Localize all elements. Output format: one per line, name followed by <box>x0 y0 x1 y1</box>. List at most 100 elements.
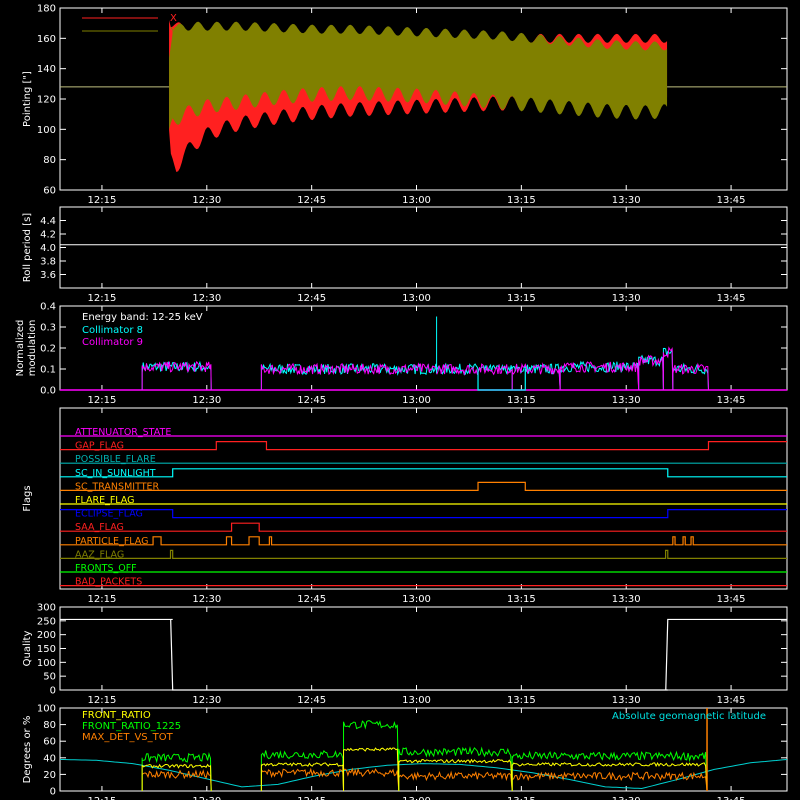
flag-line-saa-flag <box>60 522 787 532</box>
quality-ytick-label: 50 <box>43 672 56 683</box>
flags-xtick-label: 12:45 <box>297 594 326 605</box>
flags-xtick-label: 13:45 <box>717 594 746 605</box>
quality-ylabel-group: Quality <box>22 631 33 667</box>
flags-ylabel: Flags <box>22 485 33 511</box>
modulation-xtick-label: 13:30 <box>612 395 641 406</box>
roll-ylabel: Roll period [s] <box>22 213 33 282</box>
modulation-series-collimator-8 <box>141 347 709 391</box>
pointing-xtick-label: 13:30 <box>612 195 641 206</box>
flags-xtick-label: 13:30 <box>612 594 641 605</box>
pointing-ytick-label: 80 <box>43 155 56 166</box>
flags-xtick-label: 12:30 <box>192 594 221 605</box>
quality-xtick-label: 12:30 <box>192 695 221 706</box>
ratios-xtick-label: 13:00 <box>402 796 431 800</box>
ratios-latitude-label: Absolute geomagnetic latitude <box>612 711 766 722</box>
ratios-ytick-label: 40 <box>43 753 56 764</box>
modulation-xtick-label: 13:15 <box>507 395 536 406</box>
pointing-xtick-label: 12:30 <box>192 195 221 206</box>
pointing-ytick-label: 120 <box>37 95 56 106</box>
flag-label-attenuator-state: ATTENUATOR_STATE <box>75 427 171 438</box>
flag-label-sc-in-sunlight: SC_IN_SUNLIGHT <box>75 468 156 479</box>
modulation-xtick-label: 13:45 <box>717 395 746 406</box>
pointing-legend-x: X <box>170 13 177 24</box>
roll-frame <box>59 206 788 289</box>
flag-line-sc-in-sunlight <box>60 468 787 478</box>
ratios-ytick-label: 0 <box>50 787 56 798</box>
roll-xtick-label: 12:45 <box>297 293 326 304</box>
pointing-xtick-label: 13:15 <box>507 195 536 206</box>
roll-ylabel-group: Roll period [s] <box>22 213 33 282</box>
flag-label-aaz-flag: AAZ_FLAG <box>75 549 124 560</box>
roll-xtick-label: 12:30 <box>192 293 221 304</box>
flag-line-eclipse-flag <box>60 509 787 519</box>
ratios-xtick-label: 12:30 <box>192 796 221 800</box>
modulation-ytick-label: 0.0 <box>40 386 56 397</box>
quality-ytick-label: 300 <box>37 603 56 614</box>
pointing-ytick-label: 60 <box>43 186 56 197</box>
flag-label-sc-transmitter: SC_TRANSMITTER <box>75 481 160 492</box>
modulation-ytick-label: 0.2 <box>40 344 56 355</box>
modulation-ytick-label: 0.1 <box>40 365 56 376</box>
pointing-ytick-label: 160 <box>37 34 56 45</box>
ratios-ytick-label: 80 <box>43 720 56 731</box>
modulation-ytick-label: 0.4 <box>40 302 56 313</box>
quality-xtick-label: 13:15 <box>507 695 536 706</box>
quality-xtick-label: 12:15 <box>88 695 117 706</box>
pointing-ytick-label: 100 <box>37 125 56 136</box>
modulation-ylabel-1: Normalized <box>15 320 26 377</box>
roll-xtick-label: 13:30 <box>612 293 641 304</box>
flag-line-aaz-flag <box>60 549 787 559</box>
pointing-ytick-label: 180 <box>37 4 56 15</box>
quality-xtick-label: 13:30 <box>612 695 641 706</box>
flag-label-particle-flag: PARTICLE_FLAG <box>75 536 148 547</box>
flag-line-sc-transmitter <box>60 481 787 491</box>
ratios-legend-front-ratio: FRONT_RATIO <box>82 710 151 721</box>
ratios-xtick-label: 13:45 <box>717 796 746 800</box>
roll-ytick-label: 4.0 <box>40 243 56 254</box>
ratios-legend-front-ratio-1225: FRONT_RATIO_1225 <box>82 721 181 732</box>
modulation-legend-collimator-9: Collimator 9 <box>82 337 143 348</box>
roll-ytick-label: 4.2 <box>40 230 56 241</box>
pointing-xtick-label: 13:45 <box>717 195 746 206</box>
quality-ytick-label: 150 <box>37 644 56 655</box>
roll-xtick-label: 13:00 <box>402 293 431 304</box>
modulation-ytick-label: 0.3 <box>40 323 56 334</box>
ratios-xtick-label: 13:30 <box>612 796 641 800</box>
modulation-xtick-label: 13:00 <box>402 395 431 406</box>
pointing-xtick-label: 13:00 <box>402 195 431 206</box>
ratios-ylabel-group: Degrees or % <box>22 716 33 784</box>
pointing-ylabel-group: Pointing ["] <box>22 71 33 127</box>
flags-xtick-label: 13:00 <box>402 594 431 605</box>
flag-label-saa-flag: SAA_FLAG <box>75 522 124 533</box>
figure: 12:15 12:30 12:45 13:00 13:15 13:30 13:45 Point… <box>15 4 788 800</box>
ratios-legend-max-det-vs-tot: MAX_DET_VS_TOT <box>82 732 174 743</box>
roll-ytick-label: 3.6 <box>40 270 56 281</box>
pointing-legend-y: Y <box>169 26 177 37</box>
modulation-ylabel-group: Normalized modulation <box>15 320 38 377</box>
flag-label-possible-flare: POSSIBLE_FLARE <box>75 454 156 465</box>
modulation-xtick-label: 12:45 <box>297 395 326 406</box>
ratios-ylabel: Degrees or % <box>22 716 33 784</box>
roll-xtick-label: 13:45 <box>717 293 746 304</box>
quality-xtick-label: 13:00 <box>402 695 431 706</box>
modulation-ylabel-2: modulation <box>27 320 38 377</box>
flag-label-flare-flag: FLARE_FLAG <box>75 495 135 506</box>
quality-xtick-label: 12:45 <box>297 695 326 706</box>
flag-label-gap-flag: GAP_FLAG <box>75 441 124 452</box>
modulation-legend-collimator-8: Collimator 8 <box>82 325 143 336</box>
modulation-energy-band: Energy band: 12-25 keV <box>82 312 203 323</box>
modulation-series-collimator-9 <box>141 346 709 391</box>
modulation-xtick-label: 12:30 <box>192 395 221 406</box>
flags-xtick-label: 12:15 <box>88 594 117 605</box>
roll-ytick-label: 4.4 <box>40 216 56 227</box>
quality-ytick-label: 200 <box>37 630 56 641</box>
roll-xtick-label: 12:15 <box>88 293 117 304</box>
quality-ytick-label: 0 <box>50 686 56 697</box>
ratios-ytick-label: 100 <box>37 704 56 715</box>
flag-label-bad-packets: BAD_PACKETS <box>75 577 142 588</box>
flag-label-eclipse-flag: ECLIPSE_FLAG <box>75 509 143 520</box>
pointing-ylabel: Pointing ["] <box>22 71 33 127</box>
roll-ytick-label: 3.8 <box>40 257 56 268</box>
ratios-xtick-label: 12:15 <box>88 796 117 800</box>
pointing-ytick-label: 140 <box>37 64 56 75</box>
